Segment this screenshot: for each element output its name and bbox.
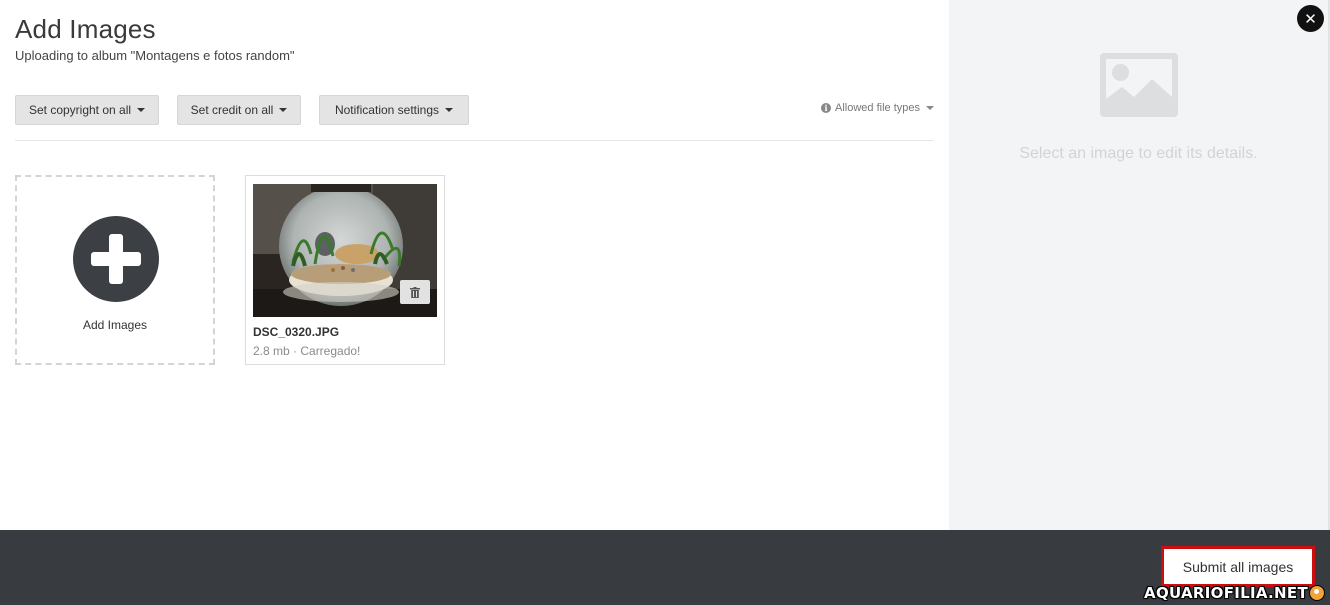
add-images-label: Add Images [82,318,148,332]
caret-down-icon [137,108,146,112]
caret-down-icon [445,108,454,112]
set-copyright-label: Set copyright on all [28,103,132,117]
set-credit-button[interactable]: Set credit on all [177,95,301,125]
add-images-tile[interactable]: Add Images [15,175,215,365]
watermark-text: AQUARIOFILIA.NET [1144,584,1308,602]
image-placeholder-icon [1100,53,1178,117]
set-copyright-button[interactable]: Set copyright on all [15,95,159,125]
file-status: 2.8 mb · Carregado! [253,344,361,358]
submit-all-images-button[interactable]: Submit all images [1161,546,1315,587]
side-panel-hint: Select an image to edit its details. [1019,145,1258,162]
set-credit-label: Set credit on all [190,103,274,117]
site-watermark: AQUARIOFILIA.NET [1144,584,1324,602]
close-icon: ✕ [1304,10,1317,28]
upload-main-area: Add Images Uploading to album "Montagens… [0,0,949,530]
allowed-file-types-link[interactable]: i Allowed file types [821,102,934,114]
trash-icon [410,286,420,298]
file-thumbnail[interactable] [253,184,437,317]
notification-settings-button[interactable]: Notification settings [319,95,469,125]
file-name: DSC_0320.JPG [253,325,340,339]
caret-down-icon [279,108,288,112]
close-button[interactable]: ✕ [1297,5,1324,32]
fish-logo-icon [1310,586,1324,600]
image-details-panel: Select an image to edit its details. [949,0,1330,530]
info-icon: i [821,103,831,113]
page-subtitle: Uploading to album "Montagens e fotos ra… [15,48,295,63]
allowed-file-types-label: Allowed file types [835,102,920,114]
notification-settings-label: Notification settings [334,103,440,117]
page-title: Add Images [15,14,156,44]
add-plus-icon [73,216,159,302]
toolbar-divider [15,140,934,141]
footer-bar: Submit all images AQUARIOFILIA.NET [0,530,1330,605]
uploaded-file-card[interactable]: DSC_0320.JPG 2.8 mb · Carregado! [245,175,445,365]
delete-file-button[interactable] [400,280,430,304]
caret-down-icon [926,106,934,110]
